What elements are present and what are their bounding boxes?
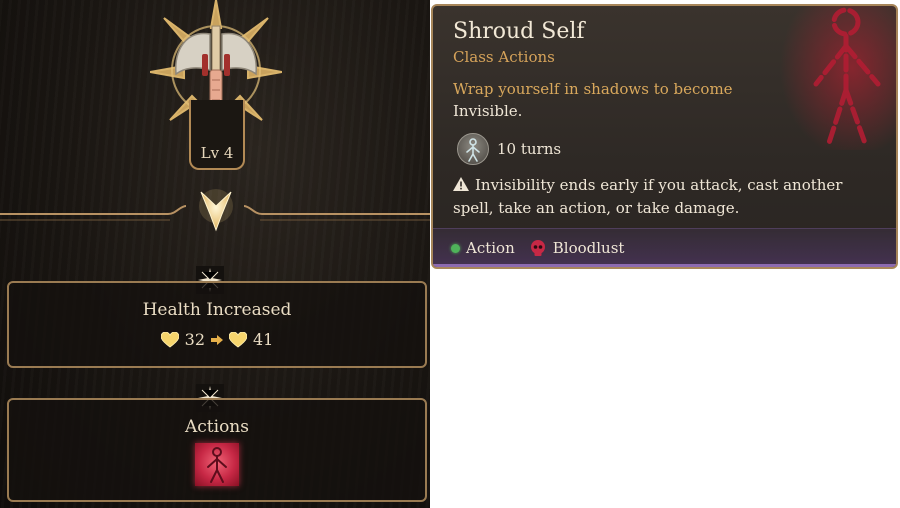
spell-warning: Invisibility ends early if you attack, c… [453, 174, 873, 220]
level-badge: Lv 4 [189, 100, 245, 170]
actions-card: Actions [7, 398, 427, 502]
health-to-value: 41 [253, 330, 274, 349]
spell-cost-footer: Action Bloodlust [433, 228, 896, 267]
warning-text: Invisibility ends early if you attack, c… [453, 176, 843, 217]
spell-description: Wrap yourself in shadows to become Invis… [453, 78, 773, 122]
invisible-status-icon [457, 133, 489, 165]
arrow-right-icon [211, 334, 223, 345]
description-condition: Invisible. [453, 102, 523, 120]
action-cost: Action [451, 239, 515, 257]
level-up-panel: Lv 4 Health Increased 32 41 Actions [0, 0, 430, 508]
duration-row: 10 turns [457, 133, 561, 165]
heart-icon [229, 331, 247, 347]
shadow-figure-icon [207, 447, 227, 483]
bloodlust-resource: Bloodlust [529, 239, 625, 257]
health-increased-card: Health Increased 32 41 [7, 281, 427, 368]
health-increased-title: Health Increased [142, 300, 292, 320]
description-highlight: Wrap yourself in shadows to become [453, 80, 733, 98]
level-label: Lv 4 [200, 144, 234, 162]
action-dot-icon [451, 243, 460, 253]
action-cost-label: Action [466, 239, 515, 257]
health-from-value: 32 [184, 330, 205, 349]
class-chevron-icon [199, 189, 233, 232]
spell-title: Shroud Self [453, 19, 585, 44]
shroud-self-action-tile[interactable] [195, 443, 239, 486]
shadow-figure-icon [780, 6, 896, 150]
heart-icon [160, 331, 179, 347]
actions-title: Actions [185, 417, 249, 437]
tooltip-bottom-accent [433, 264, 896, 267]
duration-text: 10 turns [497, 140, 562, 158]
health-change-row: 32 41 [9, 330, 425, 349]
spell-tooltip: Shroud Self Class Actions Wrap yourself … [431, 4, 898, 269]
warning-icon [453, 177, 469, 191]
skull-icon [530, 240, 545, 256]
bloodlust-label: Bloodlust [552, 239, 625, 257]
spell-category: Class Actions [453, 48, 555, 66]
